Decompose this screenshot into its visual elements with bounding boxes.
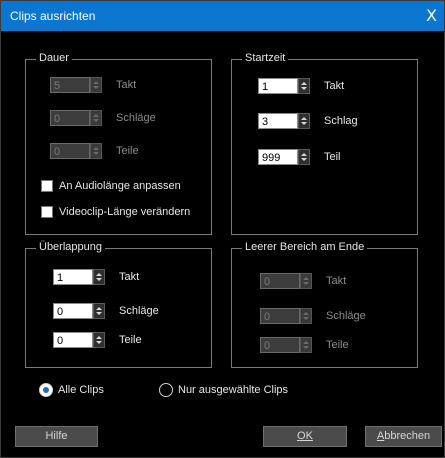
alle-clips-label: Alle Clips [58,384,104,396]
dauer-schlaege-row: 0 Schläge [50,109,200,129]
startzeit-teil-input[interactable]: 999 [258,149,298,165]
spinner-arrows-icon[interactable] [300,308,312,324]
leerer-takt-input[interactable]: 0 [260,273,300,289]
audio-length-checkbox[interactable]: An Audiolänge anpassen [41,179,201,195]
spinner-arrows-icon[interactable] [300,273,312,289]
startzeit-schlag-input[interactable]: 3 [258,113,298,129]
group-ueberlappung: Überlappung 1 Takt 0 Schläge 0 Teile [25,241,212,368]
dauer-teile-row: 0 Teile [50,142,200,162]
ueberlappung-teile-label: Teile [119,334,142,346]
audio-length-label: An Audiolänge anpassen [59,180,181,192]
startzeit-schlag-row: 3 Schlag [258,112,408,132]
leerer-takt-spinner[interactable]: 0 [260,273,316,290]
group-dauer-legend: Dauer [36,52,72,64]
group-leerer-bereich-legend: Leerer Bereich am Ende [242,241,368,253]
leerer-takt-row: 0 Takt [260,272,410,292]
group-startzeit-legend: Startzeit [242,52,289,64]
ok-button[interactable]: OK [263,426,347,447]
spinner-arrows-icon[interactable] [90,110,102,126]
ok-button-label: OK [297,430,313,442]
dauer-schlaege-spinner[interactable]: 0 [50,110,106,127]
spinner-arrows-icon[interactable] [298,113,310,129]
dauer-takt-label: Takt [116,79,137,91]
dauer-teile-spinner[interactable]: 0 [50,143,106,160]
ueberlappung-schlaege-label: Schläge [119,305,159,317]
spinner-arrows-icon[interactable] [93,269,105,285]
abbrechen-label-rest: bbrechen [384,430,431,442]
leerer-schlaege-input[interactable]: 0 [260,308,300,324]
group-startzeit: Startzeit 1 Takt 3 Schlag 999 Teil [231,52,418,235]
ueberlappung-takt-row: 1 Takt [53,268,203,288]
ueberlappung-schlaege-spinner[interactable]: 0 [53,303,109,320]
group-leerer-bereich: Leerer Bereich am Ende 0 Takt 0 Schläge … [231,241,418,368]
title-bar: Clips ausrichten X [1,1,444,31]
nur-ausgewaehlte-label: Nur ausgewählte Clips [178,384,289,396]
leerer-schlaege-label: Schläge [326,310,366,322]
group-ueberlappung-legend: Überlappung [36,241,105,253]
radio-alle-clips[interactable]: Alle Clips [39,383,129,399]
spinner-arrows-icon[interactable] [93,303,105,319]
startzeit-takt-row: 1 Takt [258,77,408,97]
hilfe-button-label: Hilfe [45,430,68,442]
radio-unselected-icon[interactable] [159,383,173,397]
startzeit-schlag-spinner[interactable]: 3 [258,113,314,130]
dauer-schlaege-input[interactable]: 0 [50,110,90,126]
ueberlappung-takt-input[interactable]: 1 [53,269,93,285]
hilfe-button[interactable]: Hilfe [15,426,98,447]
leerer-teile-label: Teile [326,339,349,351]
ueberlappung-schlaege-input[interactable]: 0 [53,303,93,319]
spinner-arrows-icon[interactable] [300,337,312,353]
startzeit-teil-label: Teil [324,151,341,163]
spinner-arrows-icon[interactable] [298,149,310,165]
group-dauer: Dauer 5 Takt 0 Schläge 0 Teile An Audiol… [25,52,212,235]
dauer-teile-input[interactable]: 0 [50,143,90,159]
startzeit-schlag-label: Schlag [324,115,358,127]
dauer-takt-spinner[interactable]: 5 [50,77,106,94]
spinner-arrows-icon[interactable] [90,143,102,159]
window-title: Clips ausrichten [10,9,96,23]
close-icon[interactable]: X [426,6,437,25]
ueberlappung-schlaege-row: 0 Schläge [53,302,203,322]
ueberlappung-teile-input[interactable]: 0 [53,332,93,348]
radio-nur-ausgewaehlte[interactable]: Nur ausgewählte Clips [159,383,309,399]
leerer-teile-row: 0 Teile [260,336,410,356]
ueberlappung-teile-row: 0 Teile [53,331,203,351]
dauer-teile-label: Teile [116,145,139,157]
checkbox-box[interactable] [41,206,53,218]
ueberlappung-teile-spinner[interactable]: 0 [53,332,109,349]
dauer-takt-input[interactable]: 5 [50,77,90,93]
startzeit-takt-input[interactable]: 1 [258,78,298,94]
leerer-teile-spinner[interactable]: 0 [260,337,316,354]
dauer-takt-row: 5 Takt [50,76,200,96]
leerer-schlaege-row: 0 Schläge [260,307,410,327]
video-length-checkbox[interactable]: Videoclip-Länge verändern [41,205,206,221]
ueberlappung-takt-spinner[interactable]: 1 [53,269,109,286]
leerer-schlaege-spinner[interactable]: 0 [260,308,316,325]
checkbox-box[interactable] [41,180,53,192]
video-length-label: Videoclip-Länge verändern [59,206,191,218]
spinner-arrows-icon[interactable] [298,78,310,94]
leerer-teile-input[interactable]: 0 [260,337,300,353]
leerer-takt-label: Takt [326,275,347,287]
startzeit-takt-label: Takt [324,80,345,92]
dauer-schlaege-label: Schläge [116,112,156,124]
radio-selected-icon[interactable] [39,383,53,397]
startzeit-teil-spinner[interactable]: 999 [258,149,314,166]
abbrechen-button[interactable]: Abbrechen [365,426,442,447]
ueberlappung-takt-label: Takt [119,271,140,283]
clips-ausrichten-dialog: Clips ausrichten X Dauer 5 Takt 0 Schläg… [0,0,445,458]
spinner-arrows-icon[interactable] [93,332,105,348]
spinner-arrows-icon[interactable] [90,77,102,93]
startzeit-takt-spinner[interactable]: 1 [258,78,314,95]
startzeit-teil-row: 999 Teil [258,148,408,168]
